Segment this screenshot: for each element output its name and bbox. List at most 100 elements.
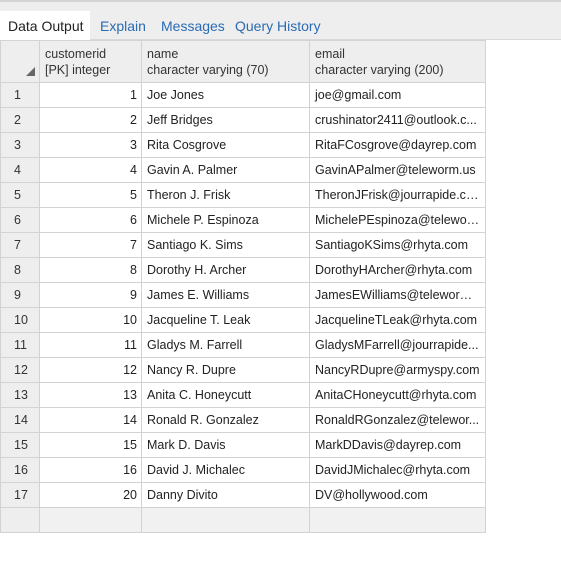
row-number[interactable]: 17 [0,482,40,508]
tab-explain[interactable]: Explain [100,11,146,42]
cell-name[interactable]: Theron J. Frisk [141,182,310,208]
row-number[interactable] [0,507,40,533]
cell-customerid[interactable]: 1 [39,82,142,108]
column-header-customerid[interactable]: customerid [PK] integer [39,40,142,83]
cell-customerid[interactable]: 6 [39,207,142,233]
cell-customerid[interactable]: 13 [39,382,142,408]
cell-customerid[interactable]: 10 [39,307,142,333]
cell-email[interactable]: DorothyHArcher@rhyta.com [309,257,486,283]
row-number[interactable]: 7 [0,232,40,258]
row-number[interactable]: 9 [0,282,40,308]
tab-data-output[interactable]: Data Output [0,11,90,43]
cell-name[interactable]: Jacqueline T. Leak [141,307,310,333]
select-all-corner[interactable] [0,40,40,83]
row-number[interactable]: 10 [0,307,40,333]
cell-customerid[interactable]: 12 [39,357,142,383]
cell-email[interactable]: GladysMFarrell@jourrapide... [309,332,486,358]
cell-email[interactable]: joe@gmail.com [309,82,486,108]
cell-name[interactable]: Michele P. Espinoza [141,207,310,233]
tab-messages[interactable]: Messages [161,11,225,42]
row-number[interactable]: 8 [0,257,40,283]
cell-email[interactable]: JacquelineTLeak@rhyta.com [309,307,486,333]
cell-email[interactable]: MichelePEspinoza@telewor... [309,207,486,233]
table-row[interactable]: 14 14 Ronald R. Gonzalez RonaldRGonzalez@te… [0,407,486,433]
row-number[interactable]: 14 [0,407,40,433]
cell-email[interactable]: GavinAPalmer@teleworm.us [309,157,486,183]
row-number[interactable]: 6 [0,207,40,233]
row-number[interactable]: 16 [0,457,40,483]
cell-email[interactable]: crushinator2411@outlook.c... [309,107,486,133]
cell-email[interactable]: RonaldRGonzalez@telewor... [309,407,486,433]
row-number[interactable]: 2 [0,107,40,133]
table-row[interactable]: 13 13 Anita C. Honeycutt AnitaCHoneycutt@rh… [0,382,486,408]
empty-cell[interactable] [39,507,142,533]
cell-email[interactable]: JamesEWilliams@teleworm.... [309,282,486,308]
cell-email[interactable]: AnitaCHoneycutt@rhyta.com [309,382,486,408]
cell-customerid[interactable]: 15 [39,432,142,458]
row-number[interactable]: 13 [0,382,40,408]
table-row[interactable]: 5 5 Theron J. Frisk TheronJFrisk@jourrapide… [0,182,486,208]
table-row[interactable]: 2 2 Jeff Bridges crushinator2411@outlook.c.… [0,107,486,133]
row-number[interactable]: 5 [0,182,40,208]
table-row[interactable]: 9 9 James E. Williams JamesEWilliams@telewo… [0,282,486,308]
cell-name[interactable]: James E. Williams [141,282,310,308]
cell-customerid[interactable]: 5 [39,182,142,208]
table-row[interactable]: 7 7 Santiago K. Sims SantiagoKSims@rhyta.co… [0,232,486,258]
cell-name[interactable]: David J. Michalec [141,457,310,483]
cell-email[interactable]: RitaFCosgrove@dayrep.com [309,132,486,158]
table-row[interactable]: 6 6 Michele P. Espinoza MichelePEspinoza@te… [0,207,486,233]
cell-customerid[interactable]: 9 [39,282,142,308]
column-name: email [315,46,345,61]
cell-customerid[interactable]: 20 [39,482,142,508]
table-row[interactable]: 3 3 Rita Cosgrove RitaFCosgrove@dayrep.com [0,132,486,158]
cell-customerid[interactable]: 7 [39,232,142,258]
row-number[interactable]: 3 [0,132,40,158]
cell-name[interactable]: Gladys M. Farrell [141,332,310,358]
column-header-email[interactable]: email character varying (200) [309,40,486,83]
new-row[interactable] [0,507,486,533]
cell-name[interactable]: Mark D. Davis [141,432,310,458]
row-number[interactable]: 4 [0,157,40,183]
table-row[interactable]: 17 20 Danny Divito DV@hollywood.com [0,482,486,508]
cell-email[interactable]: DavidJMichalec@rhyta.com [309,457,486,483]
cell-name[interactable]: Santiago K. Sims [141,232,310,258]
cell-customerid[interactable]: 2 [39,107,142,133]
table-row[interactable]: 12 12 Nancy R. Dupre NancyRDupre@armyspy.co… [0,357,486,383]
cell-name[interactable]: Ronald R. Gonzalez [141,407,310,433]
row-number[interactable]: 11 [0,332,40,358]
cell-customerid[interactable]: 14 [39,407,142,433]
table-row[interactable]: 10 10 Jacqueline T. Leak JacquelineTLeak@rh… [0,307,486,333]
cell-name[interactable]: Dorothy H. Archer [141,257,310,283]
cell-customerid[interactable]: 16 [39,457,142,483]
table-row[interactable]: 4 4 Gavin A. Palmer GavinAPalmer@teleworm.u… [0,157,486,183]
cell-name[interactable]: Joe Jones [141,82,310,108]
cell-name[interactable]: Danny Divito [141,482,310,508]
row-number[interactable]: 1 [0,82,40,108]
row-number[interactable]: 15 [0,432,40,458]
cell-email[interactable]: NancyRDupre@armyspy.com [309,357,486,383]
cell-customerid[interactable]: 11 [39,332,142,358]
cell-name[interactable]: Gavin A. Palmer [141,157,310,183]
cell-email[interactable]: DV@hollywood.com [309,482,486,508]
cell-name[interactable]: Rita Cosgrove [141,132,310,158]
cell-email[interactable]: MarkDDavis@dayrep.com [309,432,486,458]
cell-customerid[interactable]: 3 [39,132,142,158]
table-row[interactable]: 11 11 Gladys M. Farrell GladysMFarrell@jour… [0,332,486,358]
table-row[interactable]: 15 15 Mark D. Davis MarkDDavis@dayrep.com [0,432,486,458]
cell-email[interactable]: SantiagoKSims@rhyta.com [309,232,486,258]
tab-query-history[interactable]: Query History [235,11,321,42]
row-number[interactable]: 12 [0,357,40,383]
table-row[interactable]: 1 1 Joe Jones joe@gmail.com [0,82,486,108]
cell-customerid[interactable]: 4 [39,157,142,183]
cell-name[interactable]: Anita C. Honeycutt [141,382,310,408]
empty-cell[interactable] [309,507,486,533]
cell-customerid[interactable]: 8 [39,257,142,283]
table-row[interactable]: 8 8 Dorothy H. Archer DorothyHArcher@rhyta.… [0,257,486,283]
empty-cell[interactable] [141,507,310,533]
cell-name[interactable]: Nancy R. Dupre [141,357,310,383]
cell-name[interactable]: Jeff Bridges [141,107,310,133]
table-row[interactable]: 16 16 David J. Michalec DavidJMichalec@rhyt… [0,457,486,483]
cell-email[interactable]: TheronJFrisk@jourrapide.com [309,182,486,208]
data-output-grid: customerid [PK] integer name character v… [0,40,486,533]
column-header-name[interactable]: name character varying (70) [141,40,310,83]
